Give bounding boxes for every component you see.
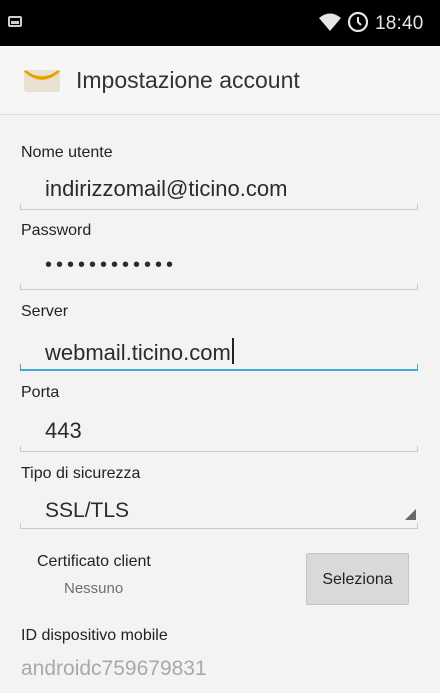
server-input[interactable]: webmail.ticino.com xyxy=(45,338,234,366)
wifi-icon xyxy=(319,13,341,31)
security-spinner[interactable]: SSL/TLS xyxy=(45,499,129,523)
password-underline xyxy=(20,284,418,290)
server-underline xyxy=(20,364,418,371)
device-id-label: ID dispositivo mobile xyxy=(21,627,168,644)
security-label: Tipo di sicurezza xyxy=(21,465,141,482)
dropdown-arrow-icon[interactable] xyxy=(405,509,416,520)
server-value: webmail.ticino.com xyxy=(45,340,231,365)
screenshot-icon xyxy=(8,16,22,27)
password-label: Password xyxy=(21,222,92,239)
port-input[interactable]: 443 xyxy=(45,418,82,444)
select-certificate-button[interactable]: Seleziona xyxy=(306,553,409,605)
device-id-value: androidc759679831 xyxy=(21,657,207,680)
username-underline xyxy=(20,204,418,210)
status-bar: 18:40 xyxy=(0,0,440,46)
status-time: 18:40 xyxy=(375,13,424,34)
text-cursor xyxy=(231,338,234,364)
security-underline xyxy=(20,523,418,529)
port-underline xyxy=(20,446,418,452)
mail-envelope-icon[interactable] xyxy=(20,58,64,102)
username-input[interactable]: indirizzomail@ticino.com xyxy=(45,176,287,202)
client-cert-value: Nessuno xyxy=(64,580,124,597)
password-input[interactable]: •••••••••••• xyxy=(45,254,177,277)
username-label: Nome utente xyxy=(21,144,113,161)
server-label: Server xyxy=(21,303,69,320)
page-title: Impostazione account xyxy=(76,67,300,93)
client-cert-label: Certificato client xyxy=(37,553,151,570)
alarm-clock-icon xyxy=(347,11,369,33)
port-label: Porta xyxy=(21,384,60,401)
